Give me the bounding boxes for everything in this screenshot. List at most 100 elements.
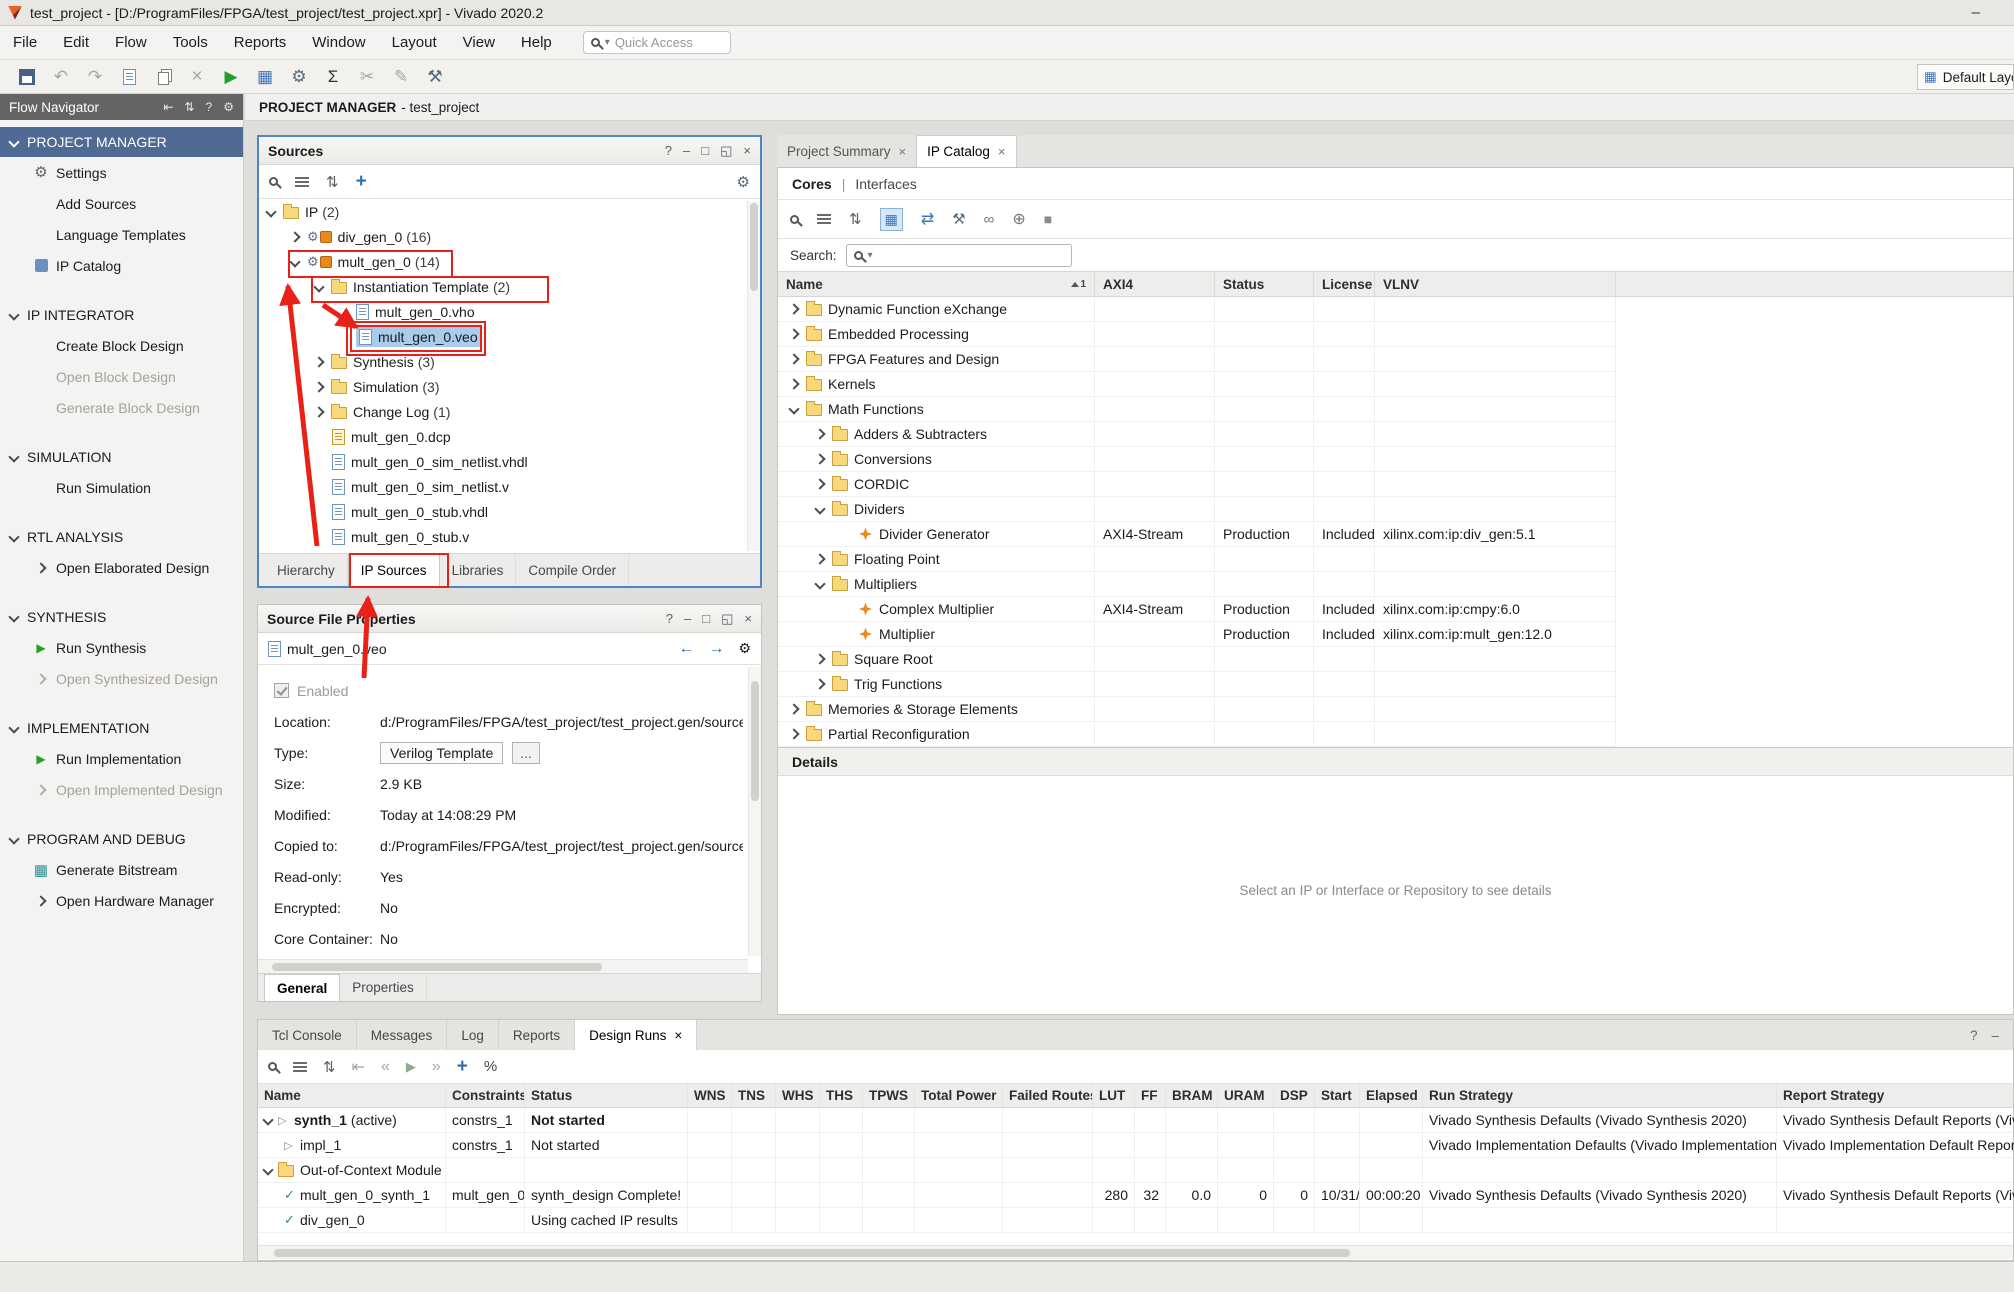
ip-category-row[interactable]: Memories & Storage Elements <box>778 697 1616 722</box>
sidebar-item-open-synthesized-design[interactable]: Open Synthesized Design <box>0 663 243 694</box>
link-icon[interactable]: ∞ <box>984 211 995 228</box>
sidebar-item-language-templates[interactable]: Language Templates <box>0 219 243 250</box>
search-icon[interactable] <box>268 1062 277 1071</box>
dock-icon[interactable]: ⇤ <box>163 100 173 114</box>
help-icon[interactable]: ? <box>665 143 672 159</box>
sidebar-section-simulation[interactable]: SIMULATION <box>0 442 243 472</box>
help-icon[interactable]: ? <box>206 100 213 114</box>
maximize-icon[interactable]: □ <box>702 611 710 627</box>
tab-ip-sources[interactable]: IP Sources <box>348 554 440 586</box>
tab-project-summary[interactable]: Project Summary× <box>777 135 917 167</box>
tree-item-mult-gen-0-vho[interactable]: mult_gen_0.vho <box>259 299 760 324</box>
ip-category-row[interactable]: FPGA Features and Design <box>778 347 1616 372</box>
tree-item-change-log[interactable]: Change Log(1) <box>259 399 760 424</box>
column-name[interactable]: Name <box>258 1084 446 1107</box>
tree-item-sim-netlist-vhdl[interactable]: mult_gen_0_sim_netlist.vhdl <box>259 449 760 474</box>
sidebar-item-open-hardware-manager[interactable]: Open Hardware Manager <box>0 885 243 916</box>
report-icon[interactable] <box>116 64 142 90</box>
tree-item-sim-netlist-v[interactable]: mult_gen_0_sim_netlist.v <box>259 474 760 499</box>
close-icon[interactable]: × <box>998 144 1006 159</box>
sidebar-item-create-block-design[interactable]: Create Block Design <box>0 330 243 361</box>
sidebar-section-project-manager[interactable]: PROJECT MANAGER <box>0 127 243 157</box>
chevron-down-icon[interactable] <box>788 403 799 414</box>
ip-category-row[interactable]: Square Root <box>778 647 1616 672</box>
chevron-right-icon[interactable] <box>788 728 799 739</box>
chevron-right-icon[interactable] <box>788 328 799 339</box>
scrollbar-thumb[interactable] <box>750 203 758 291</box>
type-select[interactable]: Verilog Template <box>380 742 503 764</box>
web-icon[interactable]: ⊕ <box>1012 209 1025 229</box>
tab-reports[interactable]: Reports <box>499 1020 575 1050</box>
sidebar-item-open-implemented-design[interactable]: Open Implemented Design <box>0 774 243 805</box>
chevron-down-icon[interactable] <box>289 256 300 267</box>
search-icon[interactable] <box>790 215 799 224</box>
sidebar-section-ip-integrator[interactable]: IP INTEGRATOR <box>0 300 243 330</box>
run-icon[interactable]: ▶ <box>218 64 244 90</box>
sidebar-item-open-elaborated-design[interactable]: Open Elaborated Design <box>0 552 243 583</box>
sidebar-item-open-block-design[interactable]: Open Block Design <box>0 361 243 392</box>
sidebar-item-add-sources[interactable]: Add Sources <box>0 188 243 219</box>
chevron-right-icon[interactable] <box>814 428 825 439</box>
percent-icon[interactable]: % <box>484 1058 497 1075</box>
ip-category-row-dividers[interactable]: Dividers <box>778 497 1616 522</box>
chevron-down-icon[interactable] <box>262 1114 273 1125</box>
collapse-all-icon[interactable] <box>295 177 309 187</box>
tree-item-mult-gen-0-dcp[interactable]: mult_gen_0.dcp <box>259 424 760 449</box>
sidebar-item-settings[interactable]: ⚙Settings <box>0 157 243 188</box>
chevron-down-icon[interactable] <box>313 281 324 292</box>
menu-flow[interactable]: Flow <box>102 26 160 59</box>
ip-row-divider-generator[interactable]: Divider GeneratorAXI4-StreamProductionIn… <box>778 522 1616 547</box>
close-icon[interactable]: × <box>744 611 752 627</box>
tab-ip-catalog[interactable]: IP Catalog× <box>917 135 1016 167</box>
sidebar-section-rtl-analysis[interactable]: RTL ANALYSIS <box>0 522 243 552</box>
quick-access-search[interactable]: ▾ Quick Access <box>583 31 731 54</box>
tree-item-simulation[interactable]: Simulation(3) <box>259 374 760 399</box>
ip-category-row[interactable]: Trig Functions <box>778 672 1616 697</box>
group-view-toggle[interactable]: ▦ <box>880 208 903 231</box>
chevron-right-icon[interactable] <box>289 231 300 242</box>
collapse-all-icon[interactable] <box>293 1062 307 1072</box>
back-icon[interactable]: ← <box>678 640 694 658</box>
run-icon[interactable]: ▶ <box>406 1059 416 1075</box>
close-icon[interactable]: × <box>743 143 751 159</box>
sidebar-item-ip-catalog[interactable]: IP Catalog <box>0 250 243 281</box>
sidebar-section-implementation[interactable]: IMPLEMENTATION <box>0 713 243 743</box>
sidebar-section-program-and-debug[interactable]: PROGRAM AND DEBUG <box>0 824 243 854</box>
chevron-right-icon[interactable] <box>788 353 799 364</box>
minimize-icon[interactable]: – <box>684 611 691 627</box>
sidebar-item-run-simulation[interactable]: Run Simulation <box>0 472 243 503</box>
maximize-icon[interactable]: □ <box>701 143 709 159</box>
float-icon[interactable]: ◱ <box>721 611 733 627</box>
ip-category-row-math-functions[interactable]: Math Functions <box>778 397 1616 422</box>
tab-properties[interactable]: Properties <box>340 974 427 1001</box>
chevron-down-icon[interactable] <box>814 578 825 589</box>
menu-file[interactable]: File <box>0 26 50 59</box>
expand-collapse-icon[interactable]: ⇅ <box>326 173 339 191</box>
column-name[interactable]: Name1 <box>778 272 1095 296</box>
chevron-right-icon[interactable] <box>313 406 324 417</box>
tree-item-stub-v[interactable]: mult_gen_0_stub.v <box>259 524 760 549</box>
chevron-right-icon[interactable] <box>814 453 825 464</box>
chevron-right-icon[interactable] <box>788 703 799 714</box>
scrollbar-thumb[interactable] <box>272 963 602 971</box>
run-row-synth-1[interactable]: ▷synth_1(active) constrs_1 Not started V… <box>258 1108 2013 1133</box>
tab-compile-order[interactable]: Compile Order <box>516 554 629 586</box>
wrench-icon[interactable]: ⚒ <box>422 64 448 90</box>
chevron-down-icon[interactable] <box>262 1164 273 1175</box>
chevron-right-icon[interactable] <box>788 303 799 314</box>
copy-icon[interactable] <box>150 64 176 90</box>
menu-window[interactable]: Window <box>299 26 378 59</box>
ip-row-complex-multiplier[interactable]: Complex MultiplierAXI4-StreamProductionI… <box>778 597 1616 622</box>
ip-category-row[interactable]: Kernels <box>778 372 1616 397</box>
minimize-icon[interactable]: – <box>1972 4 1980 21</box>
chevron-right-icon[interactable] <box>814 478 825 489</box>
tab-design-runs[interactable]: Design Runs× <box>575 1020 697 1050</box>
menu-edit[interactable]: Edit <box>50 26 102 59</box>
minimize-icon[interactable]: – <box>683 143 690 159</box>
tab-tcl-console[interactable]: Tcl Console <box>258 1020 357 1050</box>
gear-icon[interactable]: ⚙ <box>286 64 312 90</box>
chevron-right-icon[interactable] <box>814 553 825 564</box>
collapse-all-icon[interactable] <box>817 214 831 224</box>
ip-category-row[interactable]: Partial Reconfiguration <box>778 722 1616 747</box>
layout-grid-icon[interactable]: ▦ <box>252 64 278 90</box>
